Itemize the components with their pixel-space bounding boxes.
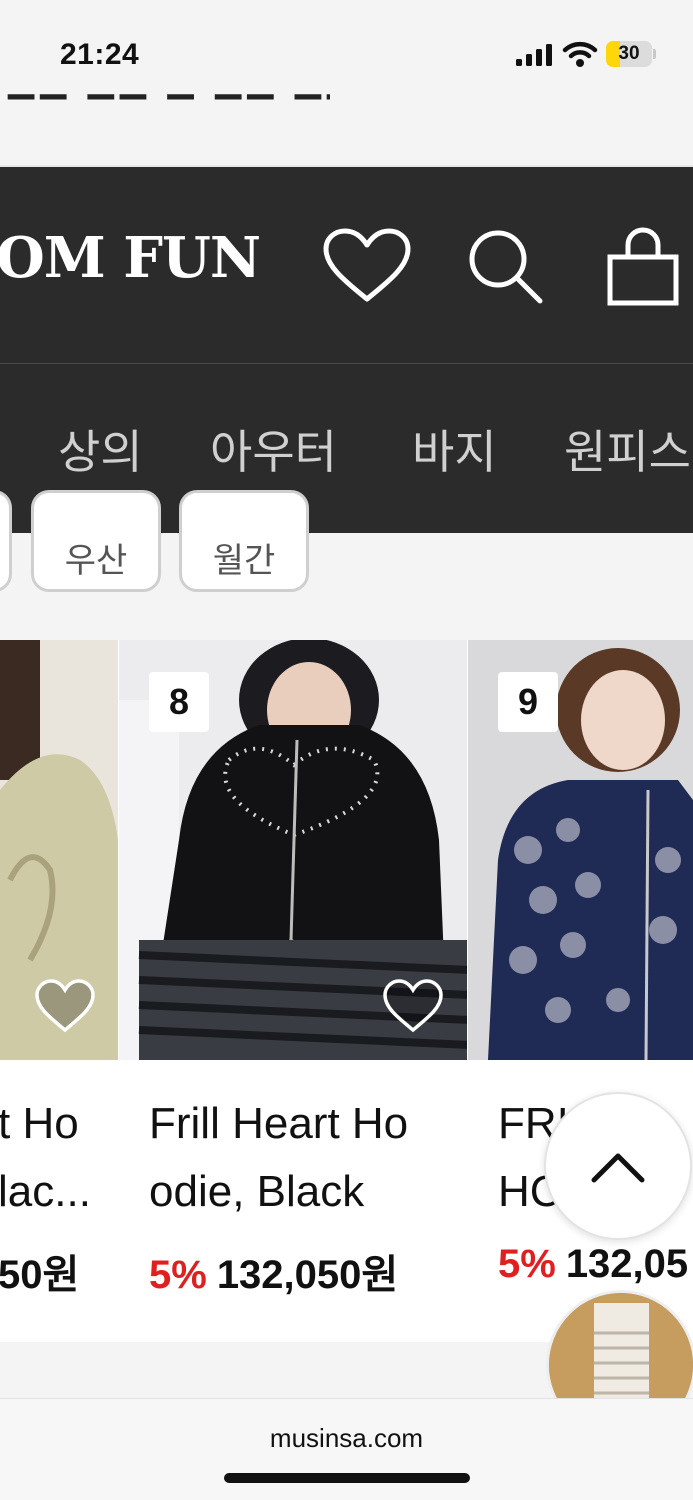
scroll-to-top-button[interactable] <box>544 1092 692 1240</box>
signal-icon <box>516 44 552 66</box>
product-image[interactable]: 9 <box>468 640 693 1060</box>
like-button[interactable] <box>382 978 444 1034</box>
product-price-value: 132,050원 <box>216 1253 399 1297</box>
filter-chip-label: 월간 <box>212 541 276 581</box>
nav-item-pants[interactable]: 바지 <box>412 416 497 482</box>
nav-item-tops[interactable]: 상의 <box>58 416 143 482</box>
filter-chip[interactable]: 월간 <box>179 490 309 592</box>
filter-chip[interactable] <box>0 490 12 592</box>
nav-item-dress[interactable]: 원피스 <box>564 416 691 482</box>
product-price: 5% 132,05 <box>498 1242 688 1287</box>
browser-address-bar[interactable]: musinsa.com <box>0 1398 693 1500</box>
cut-off-text: ▁▁ ▁▁ ▁ ▁▁ ▁▁▁ <box>8 74 330 99</box>
product-discount: 5% <box>149 1253 207 1297</box>
product-price-value: 50원 <box>0 1253 80 1297</box>
product-price: 50원 <box>0 1242 79 1300</box>
product-image[interactable] <box>0 640 118 1060</box>
status-bar: 21:24 30 ▁▁ ▁▁ ▁ ▁▁ ▁▁▁ <box>0 0 693 110</box>
rank-badge: 9 <box>498 672 558 732</box>
product-card[interactable]: t Ho lac... 50원 <box>0 640 118 1342</box>
battery-level: 30 <box>618 43 640 64</box>
filter-chip-label: 우산 <box>64 541 128 581</box>
product-list: t Ho lac... 50원 8 Frill Heart Ho odie, B… <box>0 640 693 1342</box>
url-text[interactable]: musinsa.com <box>0 1423 693 1454</box>
app-header: OM FUN <box>0 165 693 363</box>
search-icon[interactable] <box>460 227 550 307</box>
product-price: 5% 132,050원 <box>149 1242 398 1300</box>
status-time: 21:24 <box>60 38 140 71</box>
shopping-bag-icon[interactable] <box>598 227 688 307</box>
battery-icon: 30 <box>606 41 656 67</box>
nav-item-outer[interactable]: 아우터 <box>210 416 337 482</box>
product-card[interactable]: 8 Frill Heart Ho odie, Black 5% 132,050원 <box>119 640 467 1342</box>
home-indicator[interactable] <box>224 1473 470 1483</box>
filter-chip[interactable]: 우산 <box>31 490 161 592</box>
product-card[interactable]: 9 FRI D HC 5%132,05 <box>468 640 693 1342</box>
brand-logo[interactable]: OM FUN <box>0 225 261 291</box>
product-name: Frill Heart Ho odie, Black <box>149 1099 409 1216</box>
product-discount: 5% <box>498 1242 556 1286</box>
like-button[interactable] <box>34 978 96 1034</box>
chevron-up-icon <box>591 1153 645 1183</box>
rank-badge: 8 <box>149 672 209 732</box>
product-price-value: 132,05 <box>565 1242 689 1286</box>
product-name: t Ho lac... <box>0 1099 91 1216</box>
heart-icon[interactable] <box>322 227 412 307</box>
wifi-icon <box>562 41 598 67</box>
product-image[interactable]: 8 <box>119 640 467 1060</box>
